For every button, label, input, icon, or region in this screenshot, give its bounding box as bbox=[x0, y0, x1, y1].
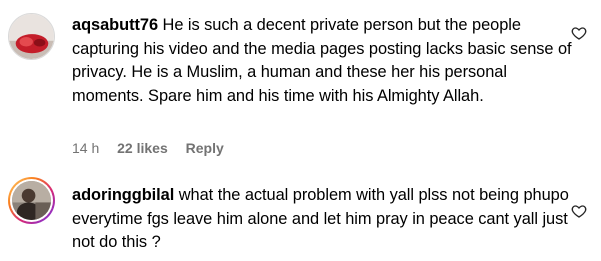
avatar-story-ring[interactable] bbox=[8, 177, 55, 224]
comment-text-block: aqsabutt76 He is such a decent private p… bbox=[72, 14, 572, 108]
comment-meta: 14 h 22 likes Reply bbox=[72, 140, 238, 156]
avatar-image bbox=[9, 14, 54, 59]
comment-username[interactable]: aqsabutt76 bbox=[72, 16, 158, 34]
reply-button[interactable]: Reply bbox=[186, 140, 224, 156]
avatar[interactable] bbox=[8, 13, 55, 60]
heart-outline-icon[interactable] bbox=[571, 25, 587, 41]
comment-username[interactable]: adoringgbilal bbox=[72, 186, 174, 204]
comment-time[interactable]: 14 h bbox=[72, 140, 99, 156]
avatar-image bbox=[12, 181, 51, 220]
comment-likes[interactable]: 22 likes bbox=[117, 140, 168, 156]
heart-outline-icon[interactable] bbox=[571, 203, 587, 219]
comment-item: aqsabutt76 He is such a decent private p… bbox=[0, 0, 601, 160]
comment-item: adoringgbilal what the actual problem wi… bbox=[0, 160, 601, 261]
comment-text-block: adoringgbilal what the actual problem wi… bbox=[72, 184, 572, 255]
